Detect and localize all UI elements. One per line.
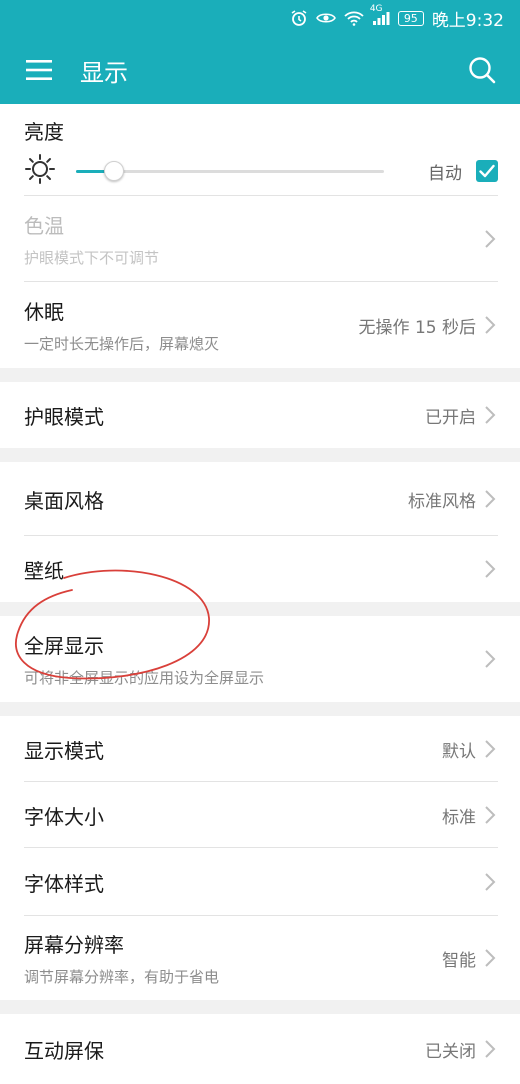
display-mode-value: 默认 (442, 741, 476, 762)
brightness-label: 亮度 (24, 120, 64, 144)
clock: 晚上9:32 (431, 10, 504, 31)
color-temp-row[interactable]: 色温 护眼模式下不可调节 (0, 196, 520, 282)
display-mode-row[interactable]: 显示模式 默认 (0, 716, 520, 782)
home-style-row[interactable]: 桌面风格 标准风格 (0, 462, 520, 536)
menu-icon[interactable] (26, 59, 52, 81)
auto-brightness-checkbox[interactable] (476, 160, 498, 182)
screensaver-label: 互动屏保 (24, 1038, 104, 1063)
group-display-basic: 亮度 自动 色温 护眼模式下不可调节 休眠 一定时长无操作后，屏幕熄灭 无操作 … (0, 104, 520, 368)
auto-brightness-label: 自动 (428, 163, 462, 184)
color-temp-sub: 护眼模式下不可调节 (24, 249, 160, 267)
font-size-row[interactable]: 字体大小 标准 (0, 782, 520, 848)
sleep-value: 无操作 15 秒后 (358, 317, 476, 338)
sleep-row[interactable]: 休眠 一定时长无操作后，屏幕熄灭 无操作 15 秒后 (0, 282, 520, 368)
chevron-right-icon (484, 229, 498, 249)
fullscreen-sub: 可将非全屏显示的应用设为全屏显示 (24, 669, 265, 687)
sun-icon (24, 153, 56, 189)
font-style-label: 字体样式 (24, 871, 104, 896)
eye-comfort-label: 护眼模式 (24, 404, 104, 429)
app-bar: 显示 (0, 36, 520, 104)
fullscreen-label: 全屏显示 (24, 634, 104, 658)
home-style-value: 标准风格 (408, 491, 476, 512)
wallpaper-row[interactable]: 壁纸 (0, 536, 520, 602)
group-eye-comfort: 护眼模式 已开启 (0, 382, 520, 448)
font-size-value: 标准 (442, 807, 476, 828)
group-display-options: 显示模式 默认 字体大小 标准 字体样式 屏幕分辨率 调节屏幕分辨率，有助于省电… (0, 716, 520, 1000)
brightness-section: 亮度 自动 (0, 104, 520, 196)
group-fullscreen: 全屏显示 可将非全屏显示的应用设为全屏显示 (0, 616, 520, 702)
signal-icon: 4G (370, 4, 390, 26)
chevron-right-icon (484, 649, 498, 669)
brightness-slider[interactable] (76, 161, 384, 181)
sleep-sub: 一定时长无操作后，屏幕熄灭 (24, 335, 220, 353)
eye-comfort-row[interactable]: 护眼模式 已开启 (0, 382, 520, 448)
brightness-thumb[interactable] (103, 161, 124, 181)
font-style-row[interactable]: 字体样式 (0, 848, 520, 916)
sleep-label: 休眠 (24, 300, 64, 324)
chevron-right-icon (484, 872, 498, 892)
chevron-right-icon (484, 489, 498, 509)
group-home: 桌面风格 标准风格 壁纸 (0, 462, 520, 602)
chevron-right-icon (484, 948, 498, 968)
home-style-label: 桌面风格 (24, 488, 104, 513)
page-title: 显示 (80, 58, 128, 87)
chevron-right-icon (484, 805, 498, 825)
group-screensaver: 互动屏保 已关闭 (0, 1014, 520, 1084)
search-icon[interactable] (468, 56, 496, 84)
battery-level: 95 (397, 10, 424, 26)
resolution-sub: 调节屏幕分辨率，有助于省电 (24, 968, 220, 986)
font-size-label: 字体大小 (24, 804, 104, 829)
resolution-row[interactable]: 屏幕分辨率 调节屏幕分辨率，有助于省电 智能 (0, 916, 520, 1000)
fullscreen-row[interactable]: 全屏显示 可将非全屏显示的应用设为全屏显示 (0, 616, 520, 702)
check-icon (479, 164, 495, 178)
alarm-icon (290, 9, 308, 27)
chevron-right-icon (484, 559, 498, 579)
status-bar: 4G 95 晚上9:32 (0, 0, 520, 36)
resolution-value: 智能 (442, 950, 476, 971)
screensaver-row[interactable]: 互动屏保 已关闭 (0, 1014, 520, 1084)
resolution-label: 屏幕分辨率 (24, 933, 124, 957)
screensaver-value: 已关闭 (425, 1041, 476, 1062)
chevron-right-icon (484, 739, 498, 759)
color-temp-label: 色温 (24, 214, 64, 238)
chevron-right-icon (484, 1039, 498, 1059)
chevron-right-icon (484, 315, 498, 335)
chevron-right-icon (484, 405, 498, 425)
display-mode-label: 显示模式 (24, 738, 104, 763)
wallpaper-label: 壁纸 (24, 558, 64, 583)
wifi-icon (344, 10, 364, 26)
eye-icon (315, 11, 336, 25)
eye-comfort-value: 已开启 (425, 407, 476, 428)
network-type: 4G (369, 4, 383, 14)
